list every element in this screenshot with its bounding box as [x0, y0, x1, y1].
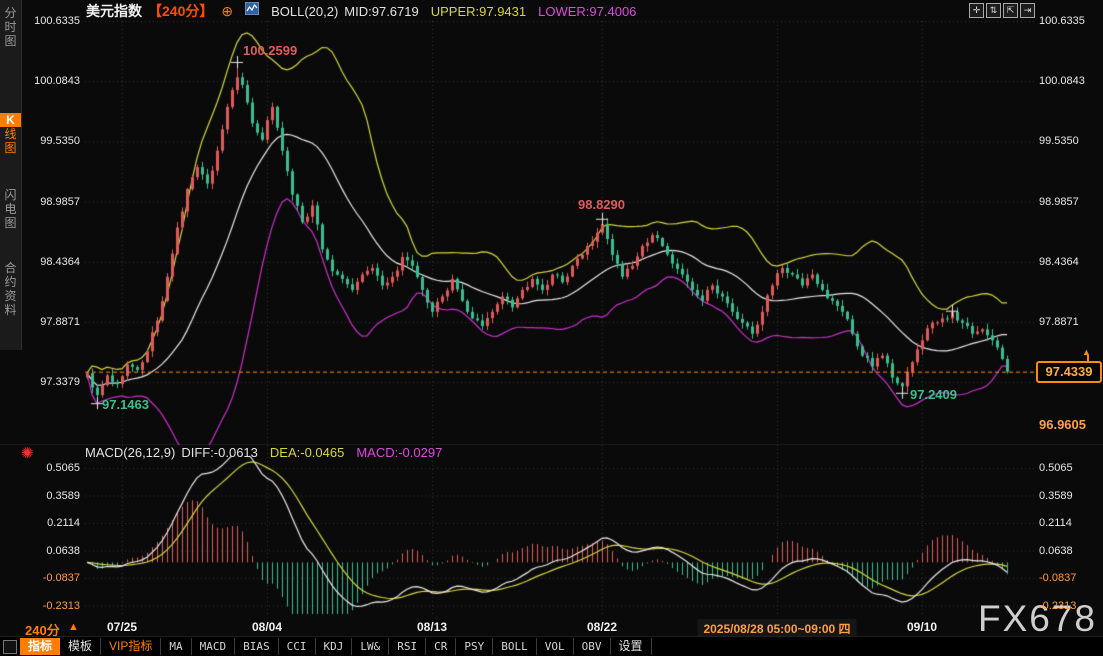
price-tick-left: 98.4364: [24, 256, 80, 268]
macd-tick-left: 0.2114: [24, 517, 80, 529]
sidebar-item-char: 图: [0, 216, 21, 230]
sidebar-item-char: 资: [0, 289, 21, 303]
pan-icon[interactable]: ✛: [969, 3, 984, 18]
sidebar-item-K线图[interactable]: K线图: [0, 113, 21, 155]
toolbar-item-CCI[interactable]: CCI: [279, 638, 316, 655]
macd-dea-value: DEA:-0.0465: [270, 445, 344, 460]
toolbar-item-KDJ[interactable]: KDJ: [316, 638, 353, 655]
price-tick-right: 100.0843: [1039, 75, 1085, 87]
toolbar-item-CR[interactable]: CR: [426, 638, 456, 655]
price-tick-left: 100.0843: [24, 75, 80, 87]
sidebar-item-char: 图: [0, 141, 21, 155]
macd-tick-right: 0.2114: [1039, 517, 1072, 529]
x-axis-tick-07/25: 07/25: [107, 620, 137, 634]
current-price-arrow-stem: [1087, 355, 1089, 361]
price-tick-left: 99.5350: [24, 135, 80, 147]
toolbar-item-MACD[interactable]: MACD: [192, 638, 236, 655]
price-tick-left: 98.9857: [24, 196, 80, 208]
sidebar-item-char: 线: [0, 127, 21, 141]
toolbar-corner-icon[interactable]: [3, 640, 17, 654]
timeframe-dropdown-icon[interactable]: ▲: [68, 621, 79, 633]
macd-tick-right: -0.0837: [1039, 572, 1076, 584]
y-axis-scale-icon[interactable]: ⇅: [986, 3, 1001, 18]
price-marker-label: 100.2599: [243, 43, 297, 58]
sidebar-item-char: 约: [0, 275, 21, 289]
price-tick-right: 97.8871: [1039, 316, 1079, 328]
price-tick-left: 97.8871: [24, 316, 80, 328]
auto-scale-icon[interactable]: ⇱: [1003, 3, 1018, 18]
sidebar-item-char: 料: [0, 303, 21, 317]
sidebar-item-char: 电: [0, 202, 21, 216]
x-axis-scale-icon[interactable]: ⇥: [1020, 3, 1035, 18]
x-axis-tick-08/22: 08/22: [587, 620, 617, 634]
macd-tick-right: 0.0638: [1039, 545, 1073, 557]
instrument-title: 美元指数: [86, 1, 142, 21]
macd-tick-left: 0.0638: [24, 545, 80, 557]
toolbar-item-VIP指标[interactable]: VIP指标: [101, 638, 161, 655]
sidebar-item-闪电图[interactable]: 闪电图: [0, 188, 21, 230]
macd-tick-right: 0.5065: [1039, 462, 1073, 474]
sidebar-item-char: 闪: [0, 188, 21, 202]
sidebar-item-char: 合: [0, 261, 21, 275]
chart-type-sidebar: 分时图K线图闪电图合约资料: [0, 0, 22, 350]
sidebar-item-合约资料[interactable]: 合约资料: [0, 261, 21, 317]
toolbar-item-VOL[interactable]: VOL: [537, 638, 574, 655]
price-marker-label: 97.2409: [910, 387, 957, 402]
price-marker-label: 97.1463: [102, 397, 149, 412]
macd-tick-left: 0.3589: [24, 490, 80, 502]
fx678-watermark: FX678: [978, 598, 1097, 640]
price-chart-canvas[interactable]: [0, 0, 1103, 656]
current-price-label: 97.4339: [1036, 361, 1102, 383]
chart-header: 美元指数 【240分】 ⊕ BOLL(20,2) MID:97.6719 UPP…: [86, 2, 636, 20]
price-tick-left: 100.6335: [24, 15, 80, 27]
sidebar-item-char: 图: [0, 34, 21, 48]
price-tick-right: 99.5350: [1039, 135, 1079, 147]
toolbar-item-MA[interactable]: MA: [161, 638, 191, 655]
period-tag[interactable]: 【240分】: [148, 1, 213, 21]
boll-indicator-label: BOLL(20,2): [271, 4, 338, 19]
macd-diff-value: DIFF:-0.0613: [181, 445, 258, 460]
toolbar-item-指标[interactable]: 指标: [20, 638, 60, 655]
sidebar-item-char: 分: [0, 6, 21, 20]
toolbar-item-LW&[interactable]: LW&: [352, 638, 389, 655]
toolbar-item-BIAS[interactable]: BIAS: [235, 638, 279, 655]
macd-tick-left: -0.2313: [24, 600, 80, 612]
x-axis-tick-08/13: 08/13: [417, 620, 447, 634]
sidebar-item-分时图[interactable]: 分时图: [0, 6, 21, 48]
toolbar-item-BOLL[interactable]: BOLL: [493, 638, 537, 655]
mini-chart-icon[interactable]: [245, 2, 259, 20]
boll-lower-value: LOWER:97.4006: [538, 4, 636, 19]
toolbar-item-RSI[interactable]: RSI: [389, 638, 426, 655]
price-tick-right: 98.9857: [1039, 196, 1079, 208]
sidebar-item-char: 时: [0, 20, 21, 34]
chart-application-window: 分时图K线图闪电图合约资料 美元指数 【240分】 ⊕ BOLL(20,2) M…: [0, 0, 1103, 656]
toolbar-item-OBV[interactable]: OBV: [574, 638, 611, 655]
macd-header: MACD(26,12,9) DIFF:-0.0613 DEA:-0.0465 M…: [85, 445, 442, 460]
indicator-toolbar: 指标模板VIP指标MAMACDBIASCCIKDJLW&RSICRPSYBOLL…: [0, 636, 1103, 656]
price-tick-right: 98.4364: [1039, 256, 1079, 268]
price-tick-left: 97.3379: [24, 376, 80, 388]
chart-tool-icons: ✛⇅⇱⇥: [969, 3, 1035, 18]
boll-upper-value: UPPER:97.9431: [431, 4, 526, 19]
macd-tick-left: 0.5065: [24, 462, 80, 474]
sidebar-item-char: K: [0, 113, 21, 127]
add-indicator-icon[interactable]: ⊕: [221, 3, 233, 20]
x-axis-tick-08/04: 08/04: [252, 620, 282, 634]
price-tick-right: 100.6335: [1039, 15, 1085, 27]
toolbar-item-模板[interactable]: 模板: [60, 638, 101, 655]
toolbar-item-PSY[interactable]: PSY: [456, 638, 493, 655]
indicator-starburst-icon[interactable]: ✺: [21, 444, 34, 462]
macd-macd-value: MACD:-0.0297: [356, 445, 442, 460]
macd-tick-right: -0.2313: [1039, 600, 1076, 612]
price-marker-label: 98.8290: [578, 197, 625, 212]
macd-tick-right: 0.3589: [1039, 490, 1073, 502]
macd-tick-left: -0.0837: [24, 572, 80, 584]
boll-mid-value: MID:97.6719: [344, 4, 418, 19]
x-axis-tick-09/10: 09/10: [907, 620, 937, 634]
toolbar-item-设置[interactable]: 设置: [611, 638, 652, 655]
macd-indicator-label: MACD(26,12,9): [85, 445, 175, 460]
pane-low-price-label: 96.9605: [1039, 417, 1086, 432]
